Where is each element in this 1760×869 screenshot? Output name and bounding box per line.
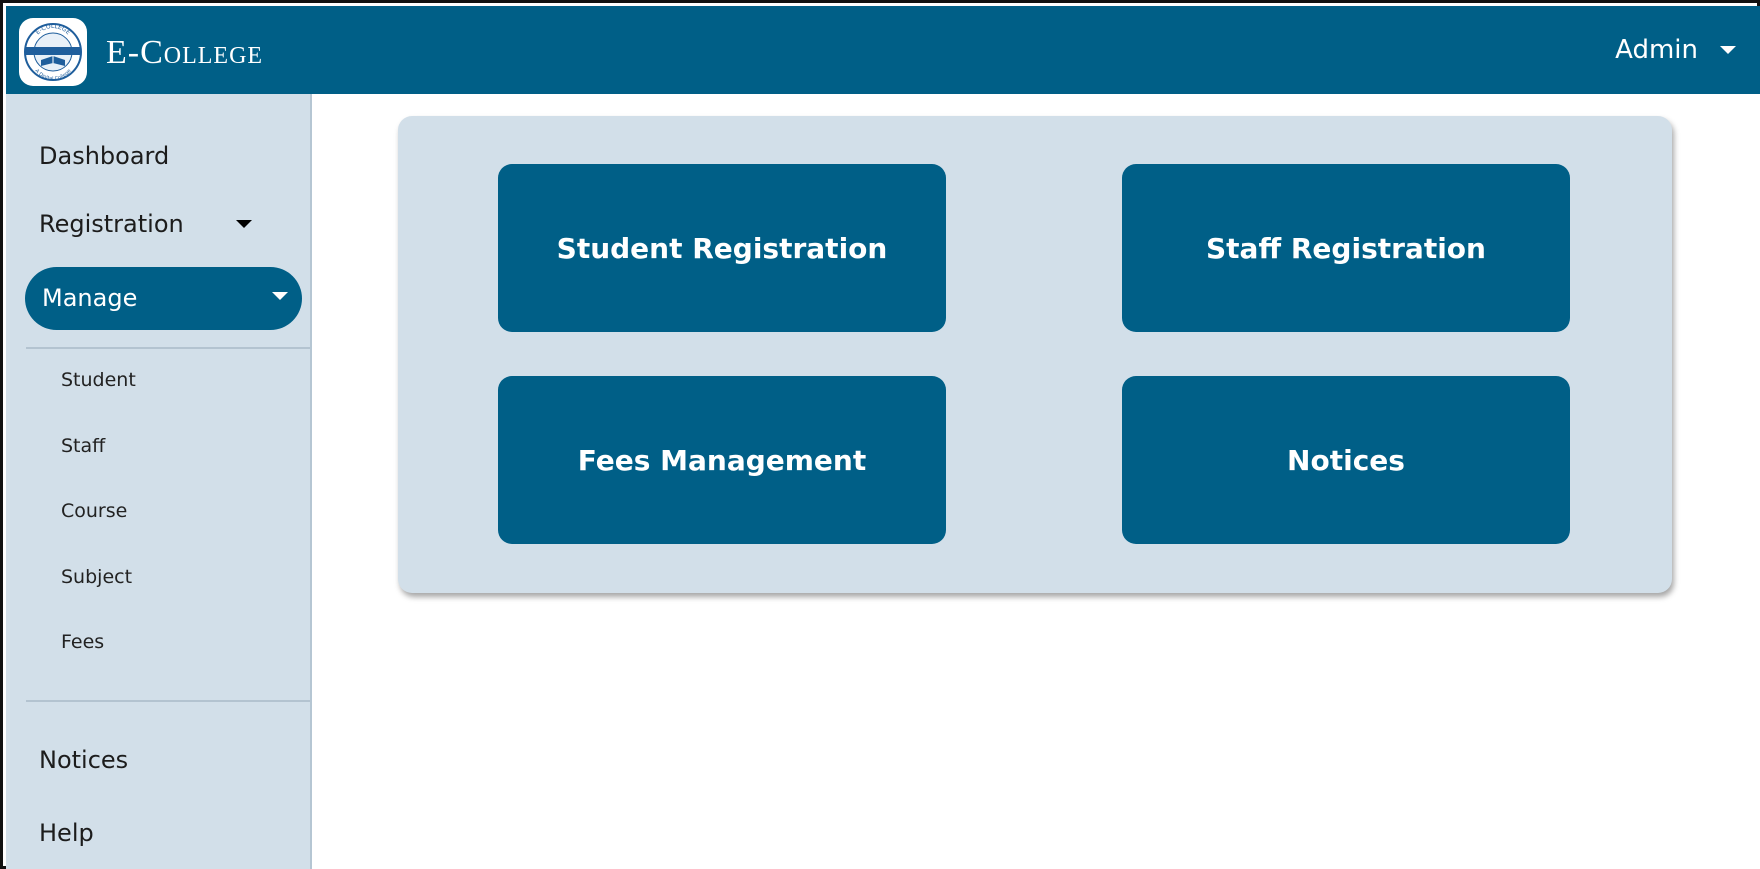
sidebar-item-label: Manage: [42, 284, 138, 312]
chevron-down-icon: [272, 292, 288, 300]
tile-label: Notices: [1287, 443, 1405, 477]
sidebar-item-dashboard[interactable]: Dashboard: [6, 131, 306, 181]
main-content: Student Registration Staff Registration …: [312, 94, 1760, 869]
tile-label: Staff Registration: [1206, 231, 1486, 265]
sidebar-item-label: Dashboard: [39, 142, 170, 170]
sidebar: Dashboard Registration Manage Student St…: [6, 94, 312, 869]
sidebar-subitem-label: Fees: [61, 631, 105, 653]
sidebar-item-notices[interactable]: Notices: [6, 735, 306, 785]
sidebar-subitem-label: Staff: [61, 435, 106, 457]
sidebar-subitem-label: Course: [61, 500, 128, 522]
chevron-down-icon: [1720, 46, 1736, 54]
user-menu[interactable]: Admin: [1615, 6, 1736, 94]
manage-panel: Student Registration Staff Registration …: [398, 116, 1672, 593]
sidebar-item-manage[interactable]: Manage: [25, 267, 302, 330]
sidebar-subitem-subject[interactable]: Subject: [6, 557, 306, 597]
sidebar-subitem-label: Student: [61, 369, 136, 391]
top-header: E-COLLEGE A Digital College E-College Ad…: [6, 6, 1760, 94]
sidebar-item-label: Registration: [39, 210, 184, 238]
sidebar-item-label: Help: [39, 819, 94, 847]
sidebar-subitem-fees[interactable]: Fees: [6, 622, 306, 662]
tile-label: Student Registration: [556, 231, 888, 265]
staff-registration-button[interactable]: Staff Registration: [1122, 164, 1570, 332]
notices-button[interactable]: Notices: [1122, 376, 1570, 544]
fees-management-button[interactable]: Fees Management: [498, 376, 946, 544]
sidebar-subitem-label: Subject: [61, 566, 133, 588]
app-window: E-COLLEGE A Digital College E-College Ad…: [0, 0, 1760, 869]
chevron-down-icon: [236, 220, 252, 228]
sidebar-item-help[interactable]: Help: [6, 808, 306, 858]
sidebar-subitem-course[interactable]: Course: [6, 491, 306, 531]
sidebar-item-registration[interactable]: Registration: [6, 199, 306, 249]
user-label: Admin: [1615, 35, 1698, 65]
divider: [26, 700, 310, 702]
tile-label: Fees Management: [577, 443, 867, 477]
logo-icon[interactable]: E-COLLEGE A Digital College: [19, 18, 87, 86]
divider: [26, 347, 310, 349]
sidebar-subitem-student[interactable]: Student: [6, 360, 306, 400]
sidebar-subitem-staff[interactable]: Staff: [6, 426, 306, 466]
sidebar-item-label: Notices: [39, 746, 129, 774]
app-title: E-College: [106, 34, 264, 71]
student-registration-button[interactable]: Student Registration: [498, 164, 946, 332]
